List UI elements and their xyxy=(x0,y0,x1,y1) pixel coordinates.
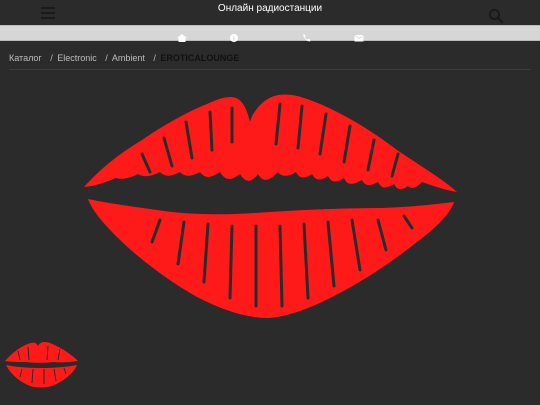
breadcrumb-separator: / xyxy=(153,53,156,63)
mail-icon[interactable] xyxy=(354,29,364,42)
red-lips-graphic xyxy=(84,94,457,318)
search-icon[interactable] xyxy=(488,8,504,24)
breadcrumb-electronic-link[interactable]: Electronic xyxy=(57,53,97,63)
breadcrumb-ambient-link[interactable]: Ambient xyxy=(112,53,145,63)
home-icon-graphic xyxy=(177,34,187,42)
breadcrumb-divider xyxy=(9,69,531,70)
nav-bar xyxy=(0,25,540,42)
breadcrumb: Каталог / Electronic / Ambient / EROTICA… xyxy=(9,53,239,63)
breadcrumb-current: EROTICALOUNGE xyxy=(160,53,240,63)
menu-bar-line xyxy=(41,17,55,19)
search-icon-graphic xyxy=(488,8,504,24)
breadcrumb-separator: / xyxy=(50,53,53,63)
page-title: Онлайн радиостанции xyxy=(217,3,323,14)
thumbnail-lips-graphic xyxy=(5,342,78,388)
red-lips-logo xyxy=(82,92,458,320)
top-header: Онлайн радиостанции xyxy=(0,0,540,25)
red-lips-thumbnail[interactable] xyxy=(4,341,79,389)
home-icon[interactable] xyxy=(177,29,187,42)
breadcrumb-separator: / xyxy=(105,53,108,63)
phone-icon-graphic xyxy=(303,34,311,42)
breadcrumb-catalog-link[interactable]: Каталог xyxy=(9,53,42,63)
info-icon-graphic xyxy=(230,34,238,42)
phone-icon[interactable] xyxy=(302,29,312,42)
mail-icon-graphic xyxy=(354,34,364,42)
info-icon[interactable] xyxy=(229,29,239,42)
